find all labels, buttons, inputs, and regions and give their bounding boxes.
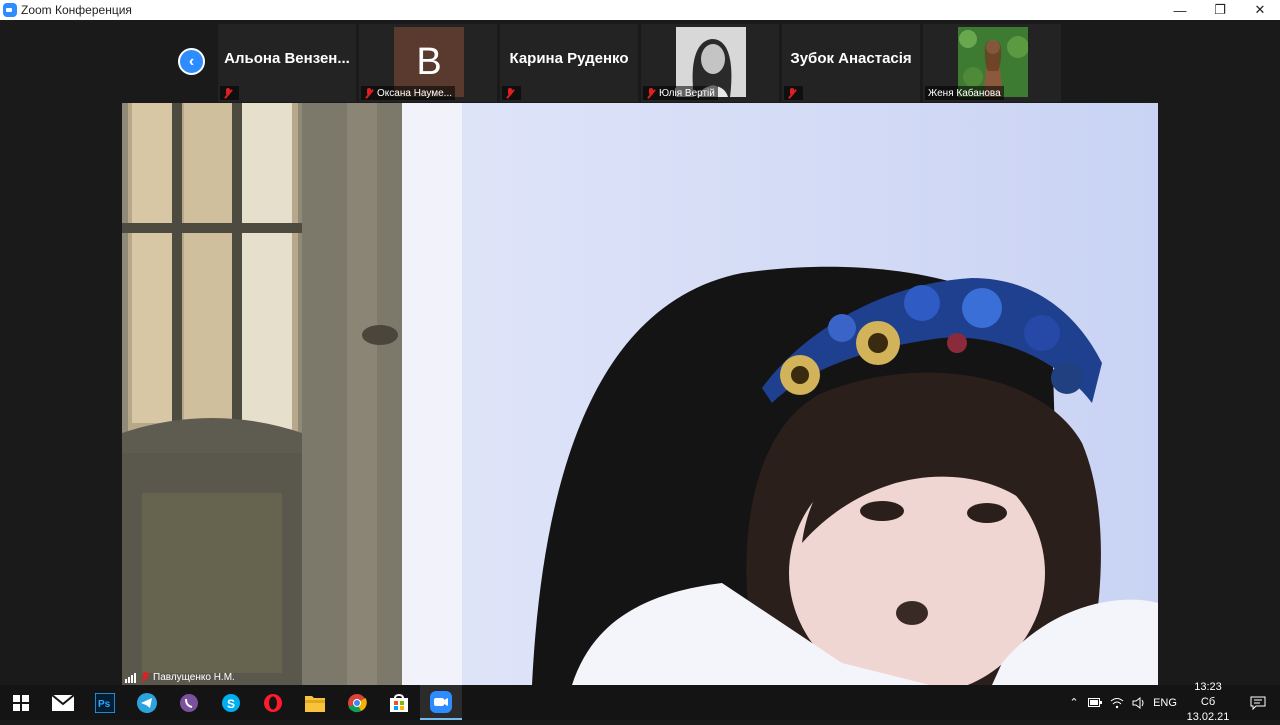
restore-button[interactable]: ❐ xyxy=(1200,0,1240,20)
previous-page-button[interactable]: ‹ xyxy=(178,48,205,75)
store-icon[interactable] xyxy=(378,685,420,720)
signal-strength-icon xyxy=(125,672,136,683)
video-frame xyxy=(122,103,1158,685)
participant-status: Юлія Вертій xyxy=(643,86,718,100)
svg-text:Ps: Ps xyxy=(98,699,111,710)
battery-icon[interactable] xyxy=(1084,698,1106,707)
mail-icon[interactable] xyxy=(42,685,84,720)
muted-mic-icon xyxy=(140,672,150,683)
participant-status xyxy=(220,86,239,100)
windows-start-icon[interactable] xyxy=(0,685,42,720)
participant-name: Зубок Анастасія xyxy=(790,50,912,67)
system-tray: ⌃ ENG 13:23 Сб 13.02.21 xyxy=(1064,681,1280,723)
minimize-button[interactable]: — xyxy=(1160,0,1200,20)
viber-icon[interactable] xyxy=(168,685,210,720)
participant-status: Оксана Науме... xyxy=(361,86,456,100)
participant-strip: ‹ Альона Вензен... B Оксана Науме... Кар… xyxy=(0,20,1280,102)
zoom-logo-icon xyxy=(3,3,17,17)
participant-status xyxy=(502,86,521,100)
participant-tile[interactable]: Женя Кабанова xyxy=(923,24,1061,102)
wifi-icon[interactable] xyxy=(1106,697,1128,709)
active-speaker-video xyxy=(122,103,1158,685)
participant-status xyxy=(784,86,803,100)
photoshop-icon[interactable]: Ps xyxy=(84,685,126,720)
clock[interactable]: 13:23 Сб 13.02.21 xyxy=(1180,680,1236,725)
muted-mic-icon xyxy=(364,87,374,99)
muted-mic-icon xyxy=(646,87,656,99)
show-hidden-icons-icon[interactable]: ⌃ xyxy=(1064,696,1084,709)
taskbar: Ps S ⌃ ENG 13:23 Сб 13.02.21 xyxy=(0,681,1280,723)
window-title: Zoom Конференция xyxy=(21,3,132,17)
chrome-icon[interactable] xyxy=(336,685,378,720)
muted-mic-icon xyxy=(505,87,515,99)
clock-date: Сб 13.02.21 xyxy=(1186,696,1230,723)
participant-tile[interactable]: Альона Вензен... xyxy=(218,24,356,102)
active-speaker-label: Павлущенко Н.М. xyxy=(122,670,238,685)
muted-mic-icon xyxy=(223,87,233,99)
participant-status: Женя Кабанова xyxy=(925,86,1004,100)
svg-text:S: S xyxy=(227,697,235,711)
volume-icon[interactable] xyxy=(1128,696,1150,709)
participant-caption: Оксана Науме... xyxy=(377,87,453,99)
participant-tile[interactable]: B Оксана Науме... xyxy=(359,24,497,102)
muted-mic-icon xyxy=(787,87,797,99)
participant-tile[interactable]: Зубок Анастасія xyxy=(782,24,920,102)
participant-tile[interactable]: Карина Руденко xyxy=(500,24,638,102)
participant-name: Альона Вензен... xyxy=(224,50,350,67)
participant-tile[interactable]: Юлія Вертій xyxy=(641,24,779,102)
opera-icon[interactable] xyxy=(252,685,294,720)
participant-caption: Юлія Вертій xyxy=(659,87,715,99)
language-indicator[interactable]: ENG xyxy=(1150,697,1180,709)
file-explorer-icon[interactable] xyxy=(294,685,336,720)
clock-time: 13:23 xyxy=(1194,681,1222,693)
skype-icon[interactable]: S xyxy=(210,685,252,720)
chevron-left-icon: ‹ xyxy=(188,52,195,70)
active-speaker-name: Павлущенко Н.М. xyxy=(153,672,235,683)
participant-caption: Женя Кабанова xyxy=(928,87,1001,99)
close-button[interactable]: ✕ xyxy=(1240,0,1280,20)
participant-name: Карина Руденко xyxy=(509,50,629,67)
telegram-icon[interactable] xyxy=(126,685,168,720)
notifications-icon[interactable] xyxy=(1236,696,1280,710)
zoom-icon[interactable] xyxy=(420,685,462,720)
title-bar: Zoom Конференция — ❐ ✕ xyxy=(0,0,1280,20)
